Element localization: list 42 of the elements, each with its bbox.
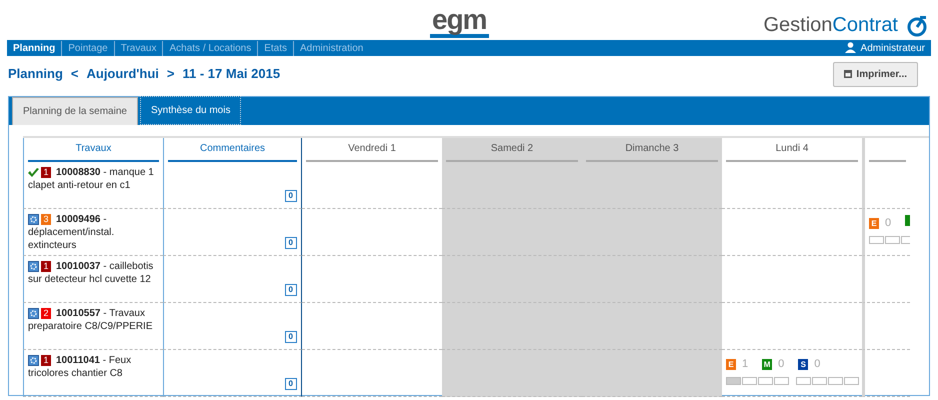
app-name: GestionContrat (763, 13, 898, 38)
date-range: 11 - 17 Mai 2015 (182, 65, 280, 84)
task-text: 2 10010557 - Travaux preparatoire C8/C9/PPERIE (28, 307, 154, 333)
nav-link[interactable]: Planning (13, 40, 56, 56)
comment-count[interactable]: 0 (284, 237, 297, 249)
tab[interactable]: Planning de la semaine (12, 97, 138, 125)
shift-badge: S (798, 359, 808, 370)
comment-count[interactable]: 0 (284, 331, 297, 343)
print-button[interactable]: Imprimer... (833, 62, 918, 86)
priority-badge: 2 (41, 308, 51, 319)
priority-badge: 1 (41, 355, 51, 366)
today-link[interactable]: Aujourd'hui (86, 64, 159, 84)
shift-badge: E (869, 218, 879, 229)
comment-count[interactable]: 0 (284, 190, 297, 202)
shift-count: 1 (742, 358, 748, 370)
task-text: 1 10011041 - Feux tricolores chantier C8 (28, 354, 132, 380)
user-name[interactable]: Administrateur (860, 40, 925, 56)
priority-badge: 1 (41, 261, 51, 272)
priority-badge: 3 (41, 214, 51, 225)
tab[interactable]: Synthèse du mois (140, 96, 242, 125)
shift-count: 0 (814, 358, 820, 370)
task-text: 1 10010037 - caillebotis sur detecteur hcl cuvette 12 (28, 260, 154, 286)
previous-link[interactable]: < (70, 64, 78, 84)
next-link[interactable]: > (166, 64, 174, 84)
user-icon (844, 40, 856, 56)
page-title: Planning (8, 65, 63, 84)
shift-badge: M (762, 359, 772, 370)
comment-count[interactable]: 0 (284, 378, 297, 390)
column-header: Commentaires (200, 143, 266, 154)
priority-badge: 1 (41, 167, 51, 178)
task-text: 1 10008830 - manque 1 clapet anti-retour en c1 (28, 166, 155, 192)
shift-count: 0 (778, 358, 784, 370)
task-text: 3 10009496 - déplacement/instal. extincteurs (28, 213, 116, 252)
column-header: Lundi 4 (776, 143, 808, 154)
comment-count[interactable]: 0 (284, 284, 297, 296)
column-header: Vendredi 1 (348, 143, 396, 154)
printer-icon (844, 70, 852, 78)
shift-badge: E (726, 359, 736, 370)
shift-count: 0 (885, 217, 892, 229)
column-header: Samedi 2 (490, 143, 534, 154)
column-header: Travaux (76, 143, 112, 154)
column-header: Dimanche 3 (625, 143, 679, 154)
